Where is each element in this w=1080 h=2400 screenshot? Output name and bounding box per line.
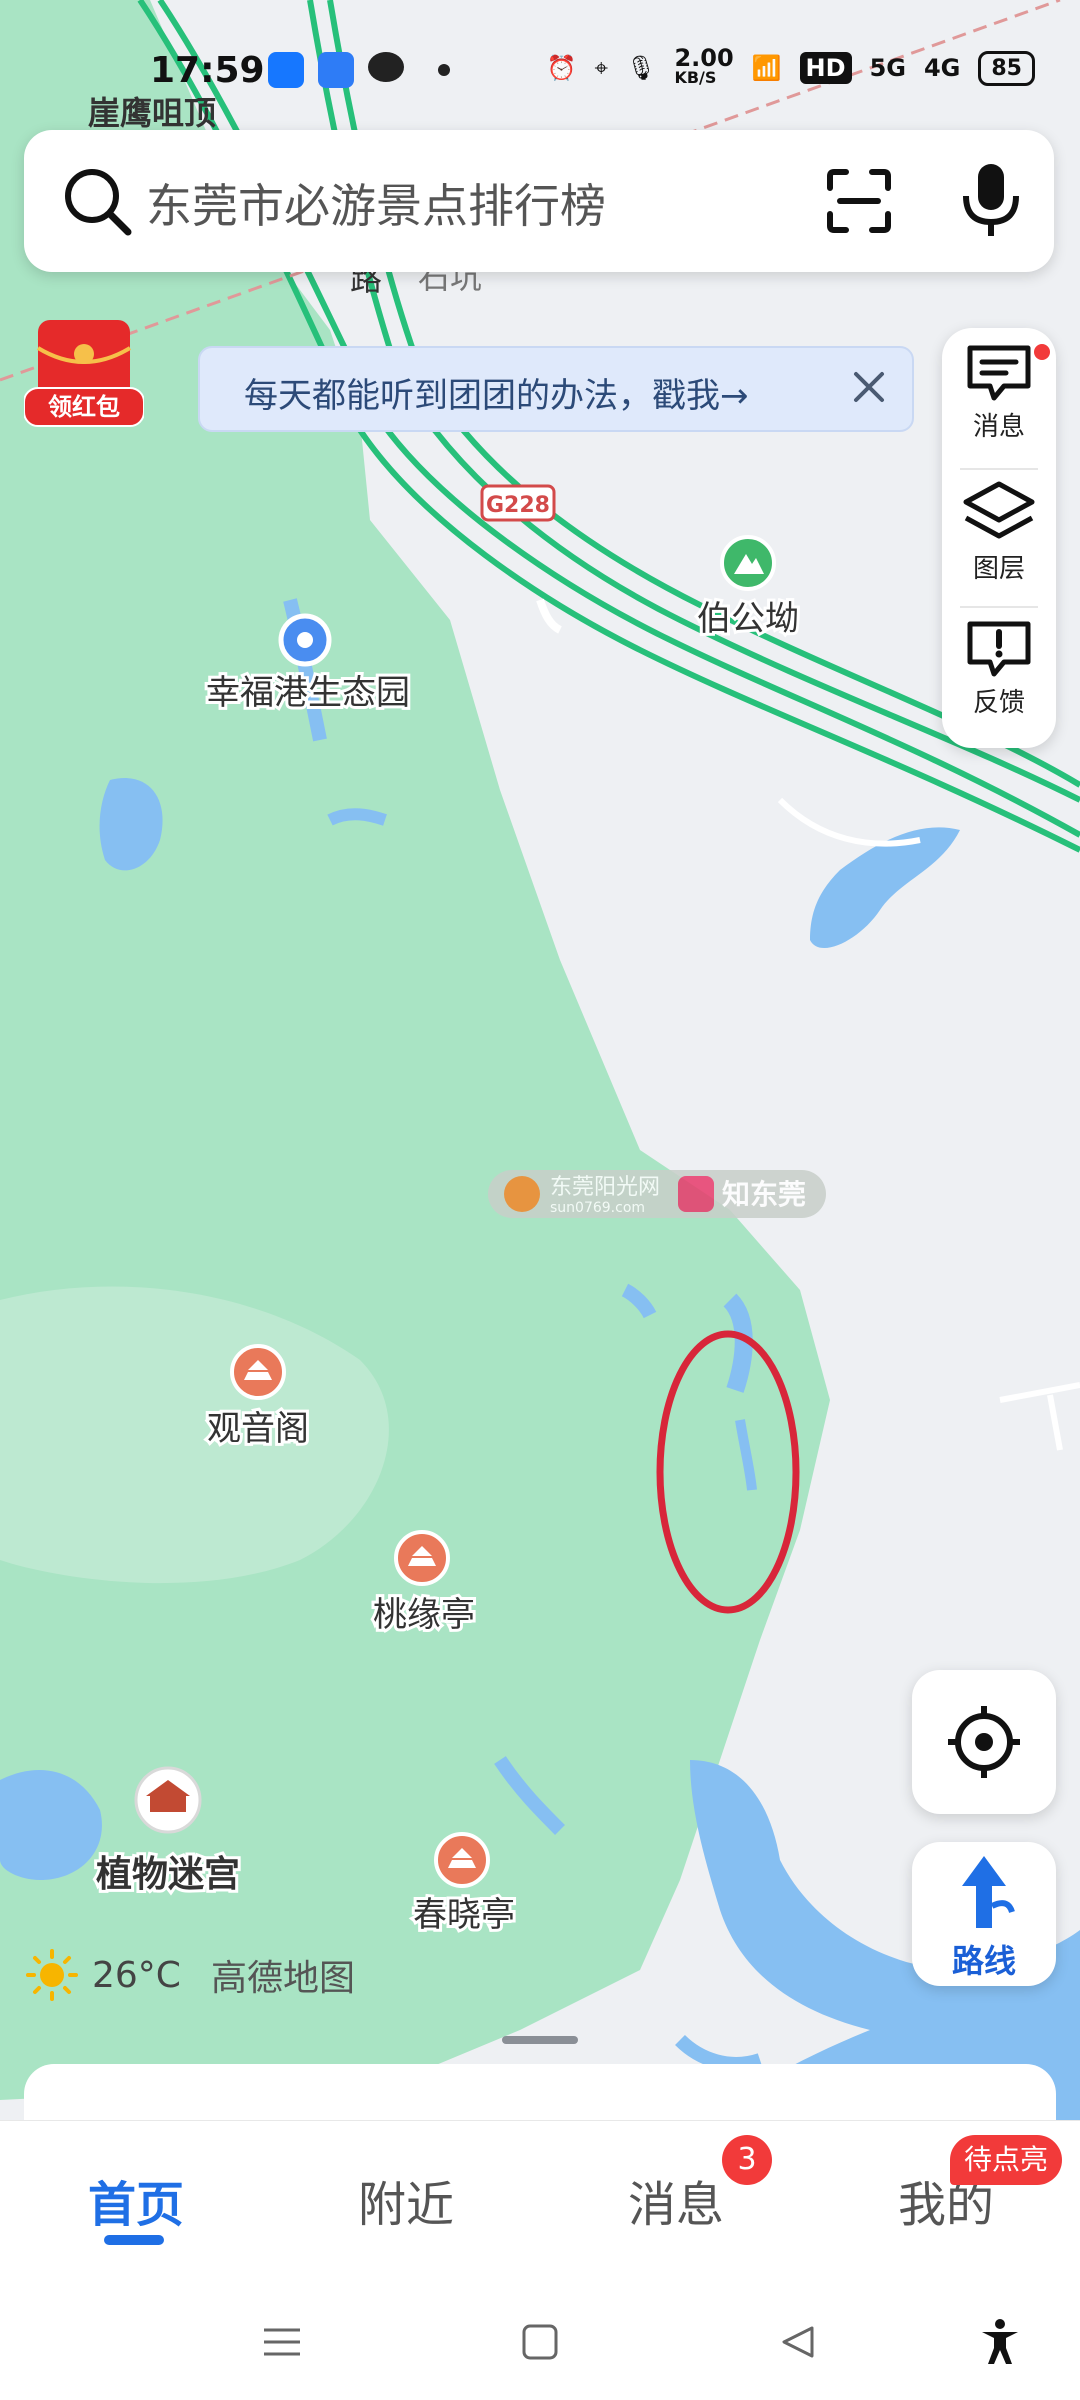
- alarm-icon: ⏰: [546, 54, 577, 82]
- side-label-layers: 图层: [972, 554, 1025, 584]
- scan-icon[interactable]: [824, 166, 894, 236]
- tab-messages[interactable]: 消息: [628, 2165, 724, 2235]
- signal-5g: 5G: [869, 54, 906, 82]
- accessibility-icon[interactable]: [978, 2318, 1022, 2366]
- status-bar: 17:59 ⏰ ⌖ 🎙 2.00 KB/S 📶 HD 5G 4G 85: [0, 40, 1080, 100]
- locate-button[interactable]: [912, 1670, 1056, 1814]
- message-icon: [967, 345, 1031, 401]
- app-icon: [318, 52, 354, 88]
- search-icon: [65, 169, 132, 236]
- tip-banner[interactable]: 每天都能听到团团的办法，戳我→: [198, 346, 914, 432]
- svg-text:植物迷宫: 植物迷宫: [96, 1854, 240, 1895]
- svg-text:东莞阳光网: 东莞阳光网: [550, 1175, 660, 1200]
- unread-dot: [1034, 344, 1050, 360]
- microphone-icon[interactable]: [956, 160, 1026, 240]
- back-icon[interactable]: [778, 2322, 818, 2362]
- hd-icon: HD: [799, 52, 852, 84]
- close-icon[interactable]: [844, 362, 894, 412]
- messages-badge: 3: [722, 2135, 772, 2185]
- search-input[interactable]: 东莞市必游景点排行榜: [146, 170, 606, 236]
- svg-text:知东莞: 知东莞: [722, 1178, 806, 1211]
- layers-icon: [963, 481, 1035, 539]
- mic-status-icon: 🎙: [625, 54, 657, 82]
- battery-icon: 85: [978, 50, 1035, 86]
- alipay-icon: [268, 52, 304, 88]
- net-speed: 2.00 KB/S: [674, 44, 734, 87]
- status-notification-icons: [268, 52, 450, 88]
- svg-text:G228: G228: [486, 493, 550, 518]
- red-packet-icon: 领红包: [23, 320, 145, 427]
- side-item-feedback[interactable]: 反馈: [942, 604, 1056, 734]
- tab-nearby[interactable]: 附近: [358, 2165, 454, 2235]
- side-item-layers[interactable]: 图层: [942, 466, 1056, 596]
- svg-text:幸福港生态园: 幸福港生态园: [206, 673, 410, 713]
- signal-4g: 4G: [923, 54, 961, 82]
- search-bar[interactable]: 东莞市必游景点排行榜: [24, 130, 1054, 272]
- crosshair-icon: [948, 1706, 1020, 1778]
- bottom-sheet[interactable]: [24, 2064, 1056, 2124]
- feedback-icon: [967, 621, 1031, 677]
- side-label-messages: 消息: [972, 412, 1025, 442]
- status-system-icons: ⏰ ⌖ 🎙 2.00 KB/S 📶 HD 5G 4G 85: [546, 44, 1035, 88]
- menu-icon[interactable]: [262, 2322, 302, 2362]
- route-button[interactable]: 路线: [912, 1842, 1056, 1986]
- system-nav-bar: [0, 2280, 1080, 2400]
- weather-widget: 26°C 高德地图: [24, 1949, 355, 2001]
- map-tools-panel: 消息 图层 反馈: [942, 328, 1056, 748]
- weather-temp: 26°C: [92, 1954, 181, 1996]
- red-packet-label: 领红包: [48, 393, 120, 421]
- dot-icon: [438, 64, 450, 76]
- active-tab-indicator: [104, 2235, 164, 2245]
- red-packet-button[interactable]: 领红包: [23, 318, 145, 428]
- sun-icon: [26, 1949, 78, 2001]
- side-label-feedback: 反馈: [972, 688, 1025, 718]
- route-arrow-icon: [962, 1856, 1015, 1928]
- wifi-icon: 📶: [751, 54, 782, 82]
- svg-text:伯公坳: 伯公坳: [697, 599, 799, 639]
- side-item-messages[interactable]: 消息: [942, 328, 1056, 458]
- route-label: 路线: [951, 1942, 1016, 1980]
- mine-badge: 待点亮: [950, 2135, 1063, 2185]
- map-brand-label: 高德地图: [210, 1958, 355, 1999]
- svg-text:春晓亭: 春晓亭: [413, 1895, 515, 1935]
- watermark: 东莞阳光网 sun0769.com 知东莞: [488, 1170, 826, 1218]
- road-label-g228: G228: [480, 484, 556, 522]
- sheet-drag-handle[interactable]: [502, 2036, 578, 2044]
- svg-text:观音阁: 观音阁: [207, 1409, 309, 1449]
- location-icon: ⌖: [594, 54, 608, 82]
- svg-text:sun0769.com: sun0769.com: [550, 1200, 645, 1216]
- bottom-tab-bar: 首页 附近 消息 3 我的 待点亮: [0, 2120, 1080, 2281]
- svg-text:桃缘亭: 桃缘亭: [373, 1595, 475, 1635]
- tab-home[interactable]: 首页: [88, 2165, 184, 2235]
- banner-text: 每天都能听到团团的办法，戳我→: [244, 376, 749, 416]
- home-icon[interactable]: [520, 2322, 560, 2362]
- status-time: 17:59: [150, 50, 265, 91]
- wechat-icon: [368, 52, 404, 82]
